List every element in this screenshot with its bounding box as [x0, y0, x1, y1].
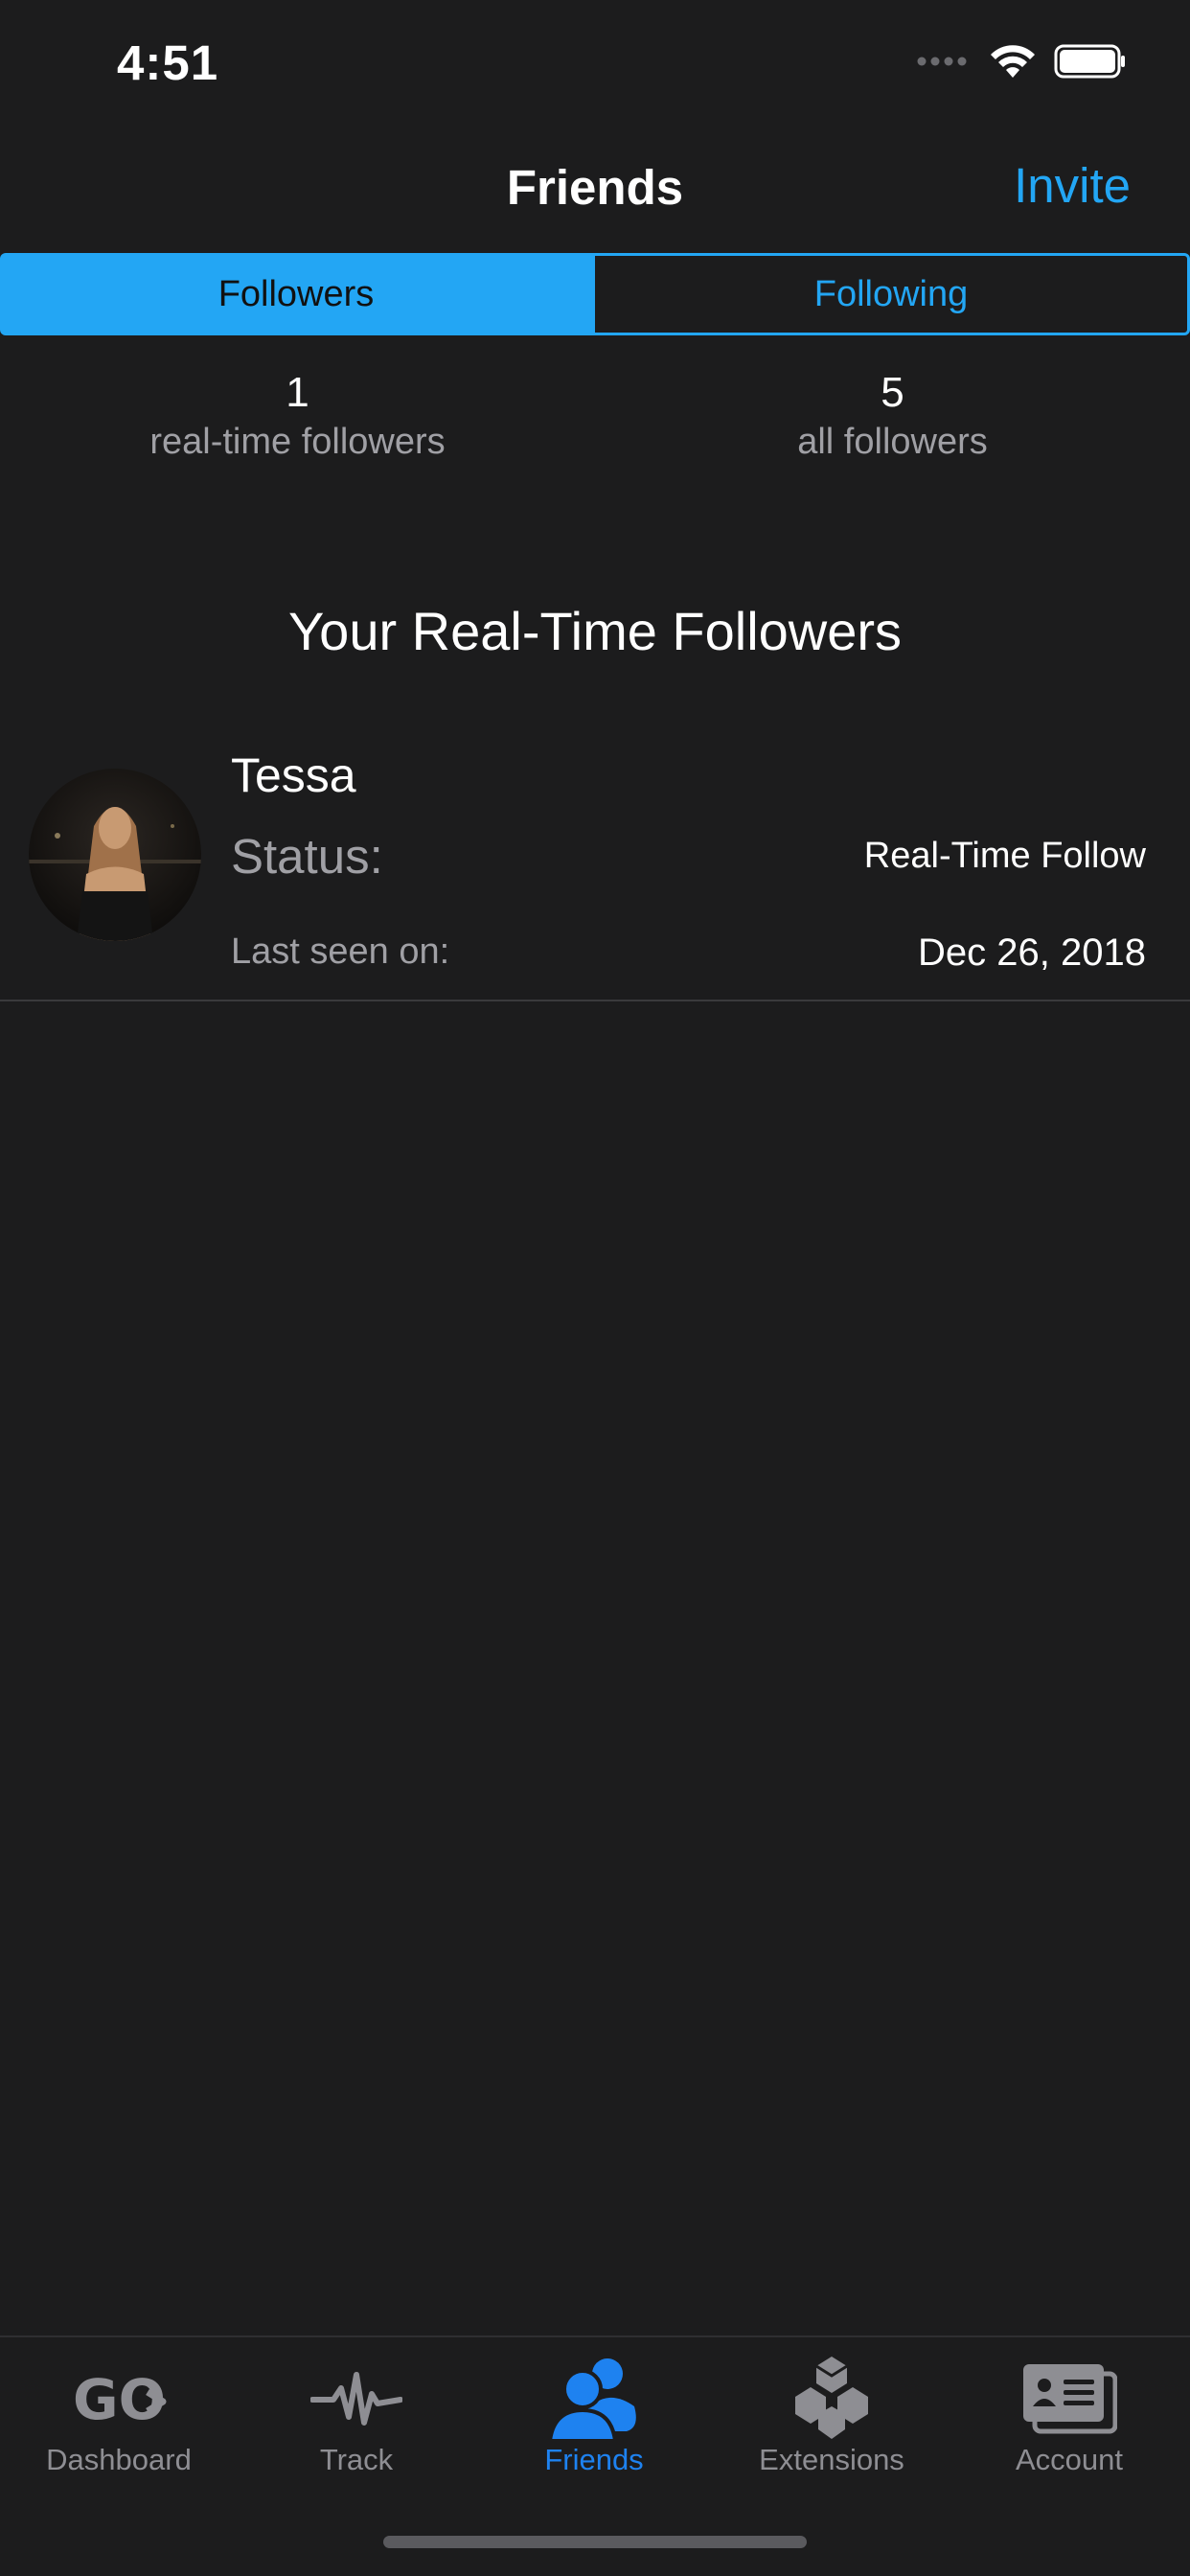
realtime-followers-count: 1 — [286, 369, 309, 416]
signal-icon — [916, 55, 972, 72]
tab-account-label: Account — [1015, 2443, 1123, 2476]
tab-extensions-label: Extensions — [759, 2443, 904, 2476]
page-title: Friends — [506, 160, 684, 215]
svg-text:GO: GO — [73, 2367, 166, 2432]
follower-row[interactable]: Tessa Status: Real-Time Follow Last seen… — [0, 728, 1190, 1001]
realtime-followers-stat: 1 real-time followers — [0, 368, 595, 493]
tab-extensions[interactable]: Extensions — [713, 2337, 950, 2500]
segmented-control: Followers Following — [0, 253, 1190, 335]
all-followers-count: 5 — [881, 369, 904, 416]
tab-friends-label: Friends — [544, 2443, 644, 2476]
pulse-icon — [238, 2351, 475, 2447]
wifi-icon — [989, 43, 1037, 84]
status-value: Real-Time Follow — [863, 836, 1146, 876]
tab-account[interactable]: Account — [950, 2337, 1188, 2500]
home-indicator — [383, 2536, 807, 2548]
cubes-icon — [713, 2351, 950, 2447]
last-seen-label: Last seen on: — [231, 932, 450, 972]
following-tab[interactable]: Following — [592, 253, 1190, 335]
all-followers-stat: 5 all followers — [595, 368, 1190, 493]
tab-dashboard[interactable]: GO Dashboard — [0, 2337, 238, 2500]
invite-button[interactable]: Invite — [1014, 157, 1131, 214]
go-logo-icon: GO — [0, 2351, 238, 2447]
status-time: 4:51 — [117, 35, 219, 90]
follower-stats: 1 real-time followers 5 all followers — [0, 368, 1190, 493]
status-icons — [916, 44, 1127, 82]
follower-name: Tessa — [231, 748, 356, 802]
status-bar: 4:51 — [0, 0, 1190, 134]
followers-tab[interactable]: Followers — [0, 253, 592, 335]
battery-icon — [1054, 44, 1127, 83]
section-title: Your Real-Time Followers — [287, 601, 903, 661]
id-card-icon — [950, 2351, 1188, 2447]
last-seen-value: Dec 26, 2018 — [918, 932, 1146, 974]
tab-track-label: Track — [319, 2443, 394, 2476]
realtime-followers-label: real-time followers — [149, 422, 446, 462]
tab-dashboard-label: Dashboard — [46, 2443, 192, 2476]
all-followers-label: all followers — [797, 422, 988, 462]
tab-track[interactable]: Track — [238, 2337, 475, 2500]
status-label: Status: — [231, 829, 383, 884]
avatar — [29, 769, 201, 941]
tab-friends[interactable]: Friends — [475, 2337, 713, 2500]
friends-icon — [475, 2351, 713, 2447]
